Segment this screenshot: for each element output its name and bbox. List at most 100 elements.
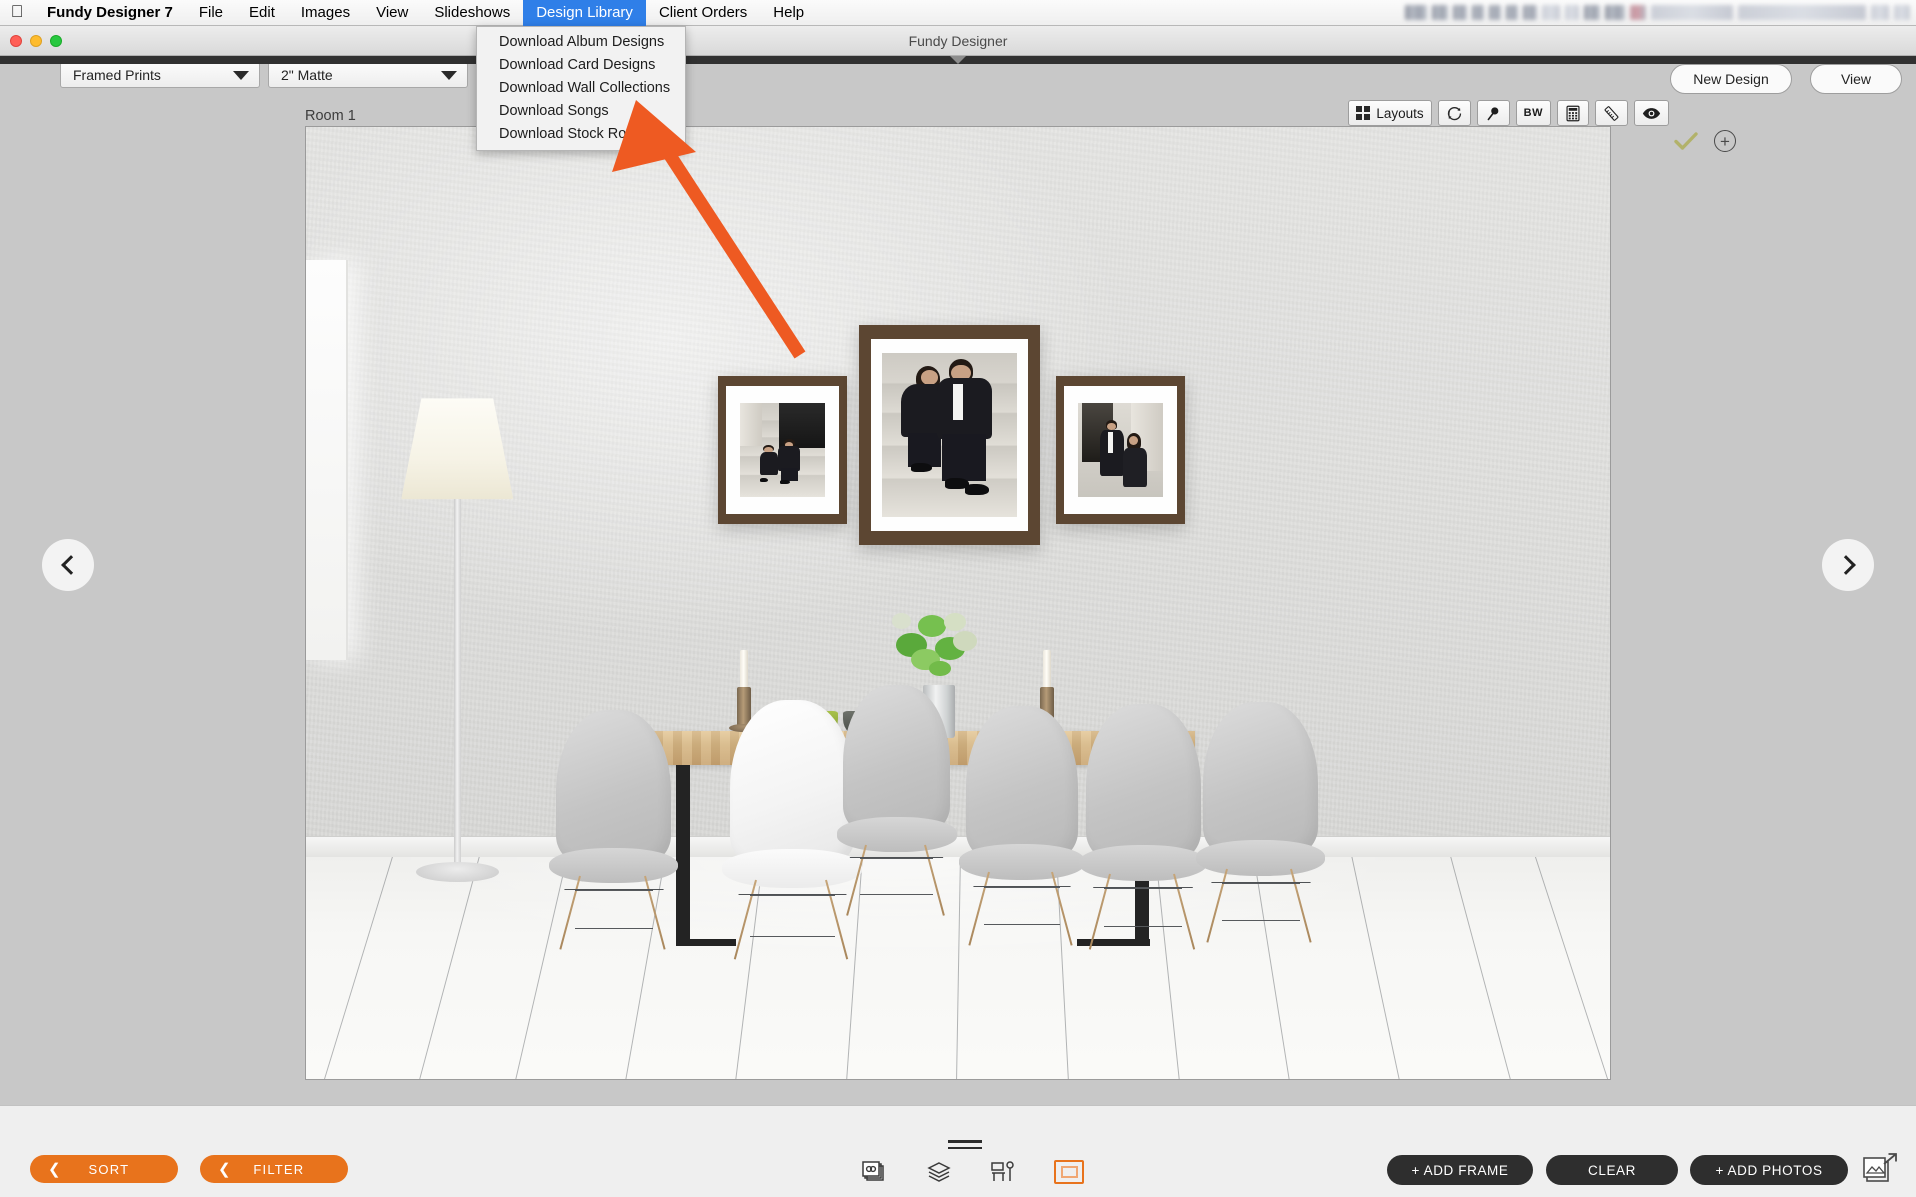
calculator-button[interactable] (1557, 100, 1589, 126)
photo-center (882, 353, 1018, 518)
matte-select[interactable]: 2" Matte (268, 62, 468, 88)
menu-download-album-designs[interactable]: Download Album Designs (477, 31, 685, 54)
menu-item-images[interactable]: Images (288, 0, 363, 26)
frame-view-button[interactable] (1054, 1160, 1084, 1184)
next-room-button[interactable] (1822, 539, 1874, 591)
status-icon-blurred[interactable] (1565, 5, 1579, 20)
menu-item-view[interactable]: View (363, 0, 421, 26)
clear-button[interactable]: CLEAR (1546, 1155, 1678, 1185)
grid-icon (1356, 106, 1370, 120)
status-icon-blurred[interactable] (1542, 5, 1560, 20)
flower-bouquet (885, 599, 995, 698)
export-button[interactable] (1862, 1152, 1900, 1191)
product-type-select[interactable]: Framed Prints (60, 62, 260, 88)
bw-button[interactable]: BW (1516, 100, 1551, 126)
status-icon-blurred[interactable] (1605, 5, 1625, 20)
refresh-icon (1446, 105, 1463, 122)
table-leg-left (676, 765, 690, 939)
photo-left (740, 403, 825, 497)
chevron-right-icon (1836, 555, 1856, 575)
menu-item-app-name[interactable]: Fundy Designer 7 (34, 0, 186, 26)
menu-download-card-designs[interactable]: Download Card Designs (477, 54, 685, 77)
view-button[interactable]: View (1810, 64, 1902, 94)
framed-print-left[interactable] (718, 376, 847, 524)
floor (306, 857, 1610, 1079)
sort-button[interactable]: ❮ SORT (30, 1155, 178, 1183)
room-furniture-button[interactable] (990, 1160, 1016, 1184)
filter-button[interactable]: ❮ FILTER (200, 1155, 348, 1183)
eye-icon (1642, 106, 1661, 121)
floor-lamp-base (416, 862, 499, 882)
approve-design-button[interactable] (1671, 128, 1701, 154)
export-image-icon (1862, 1152, 1900, 1186)
preview-button[interactable] (1634, 100, 1669, 126)
chevron-left-icon (61, 555, 81, 575)
table-foot-left (676, 939, 736, 946)
candle-left-wax (740, 650, 748, 689)
photos-stack-button[interactable] (862, 1160, 888, 1184)
room-label: Room 1 (305, 108, 356, 124)
status-icon-blurred[interactable] (1630, 5, 1646, 20)
ruler-icon (1603, 105, 1620, 122)
panel-collapse-caret-icon[interactable] (950, 56, 966, 64)
status-icon-blurred[interactable] (1871, 5, 1889, 20)
previous-room-button[interactable] (42, 539, 94, 591)
framed-print-center[interactable] (859, 325, 1040, 545)
window-titlebar: Fundy Designer (0, 26, 1916, 56)
ruler-button[interactable] (1595, 100, 1628, 126)
menu-download-stock-rooms[interactable]: Download Stock Rooms (477, 123, 685, 146)
new-design-button[interactable]: New Design (1670, 64, 1792, 94)
view-mode-icons (862, 1160, 1084, 1184)
add-room-button[interactable]: + (1714, 130, 1736, 152)
menu-item-client-orders[interactable]: Client Orders (646, 0, 760, 26)
status-datetime-blurred[interactable] (1738, 5, 1866, 20)
menu-download-wall-collections[interactable]: Download Wall Collections (477, 77, 685, 100)
status-icon-blurred[interactable] (1584, 5, 1600, 20)
apple-logo-icon[interactable]:  (0, 3, 34, 23)
refresh-button[interactable] (1438, 100, 1471, 126)
drag-handle-icon[interactable] (948, 1140, 982, 1153)
room-canvas[interactable] (305, 126, 1611, 1080)
status-icon-blurred[interactable] (1894, 5, 1910, 20)
chair-far-left (556, 710, 671, 948)
chevron-down-icon (441, 71, 457, 80)
canvas-tool-cluster: Layouts BW (1348, 100, 1669, 126)
matte-value: 2" Matte (281, 67, 441, 83)
chevron-left-icon: ❮ (48, 1160, 62, 1178)
status-icon-blurred[interactable] (1453, 5, 1467, 20)
menu-item-help[interactable]: Help (760, 0, 817, 26)
calculator-icon (1565, 105, 1581, 122)
status-icon-blurred[interactable] (1432, 5, 1448, 20)
menu-item-slideshows[interactable]: Slideshows (421, 0, 523, 26)
chevron-left-icon: ❮ (218, 1160, 232, 1178)
menu-download-songs[interactable]: Download Songs (477, 100, 685, 123)
plus-circle-icon: + (1720, 133, 1730, 150)
status-icon-blurred[interactable] (1523, 5, 1537, 20)
zoom-pin-button[interactable] (1477, 100, 1510, 126)
add-frame-button[interactable]: + ADD FRAME (1387, 1155, 1533, 1185)
magnifier-pin-icon (1485, 105, 1502, 122)
chair-front-right (1086, 704, 1201, 947)
candle-right-wax (1043, 650, 1051, 689)
status-icon-blurred[interactable] (1472, 5, 1484, 20)
layers-button[interactable] (926, 1160, 952, 1184)
chair-front-center (966, 706, 1078, 944)
sort-label: SORT (62, 1162, 156, 1177)
layers-icon (926, 1160, 952, 1184)
photo-right (1078, 403, 1163, 497)
design-library-dropdown[interactable]: Download Album Designs Download Card Des… (476, 26, 686, 151)
framed-print-right[interactable] (1056, 376, 1185, 524)
baseboard (306, 836, 1610, 857)
menu-item-edit[interactable]: Edit (236, 0, 288, 26)
add-photos-button[interactable]: + ADD PHOTOS (1690, 1155, 1848, 1185)
layouts-button[interactable]: Layouts (1348, 100, 1431, 126)
status-icon-blurred[interactable] (1489, 5, 1501, 20)
menu-item-design-library[interactable]: Design Library (523, 0, 646, 26)
status-clock-blurred[interactable] (1651, 5, 1733, 20)
menu-item-file[interactable]: File (186, 0, 236, 26)
status-icon-blurred[interactable] (1506, 5, 1518, 20)
chevron-down-icon (233, 71, 249, 80)
menubar-status-icons (1405, 0, 1916, 26)
window-title: Fundy Designer (0, 33, 1916, 49)
status-icon-blurred[interactable] (1405, 5, 1427, 20)
